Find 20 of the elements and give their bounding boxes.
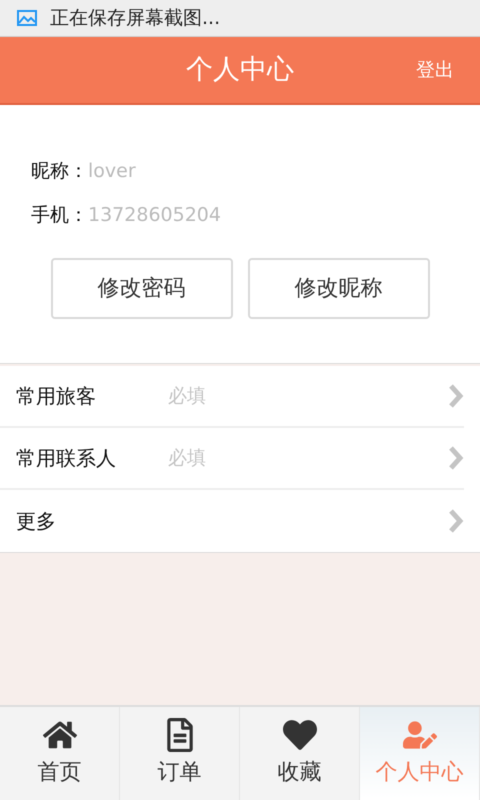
tab[interactable]: 首页 (0, 707, 120, 800)
chevron-right-icon (448, 383, 464, 409)
field-value: 13728605204 (88, 202, 221, 228)
menu-item[interactable]: 更多 (0, 490, 464, 552)
page-title: 个人中心 (186, 52, 294, 87)
chevron-right-icon (448, 445, 464, 471)
menu-item[interactable]: 常用联系人 必填 (0, 428, 464, 490)
hint-text: 必填 (168, 446, 206, 471)
tab[interactable]: 订单 (120, 707, 240, 800)
field-label: 昵称： (31, 158, 88, 184)
profile-button[interactable]: 修改密码 (50, 258, 232, 319)
notification-text: 正在保存屏幕截图... (50, 6, 220, 31)
menu-item[interactable]: 常用旅客 必填 (0, 366, 464, 428)
profile-button[interactable]: 修改昵称 (248, 258, 430, 319)
hint-text: 必填 (168, 384, 206, 409)
chevron-right-icon (448, 508, 464, 534)
field-label: 手机： (31, 202, 88, 228)
image-icon (16, 8, 38, 28)
heart-icon (282, 718, 316, 752)
field-value: lover (88, 158, 136, 184)
